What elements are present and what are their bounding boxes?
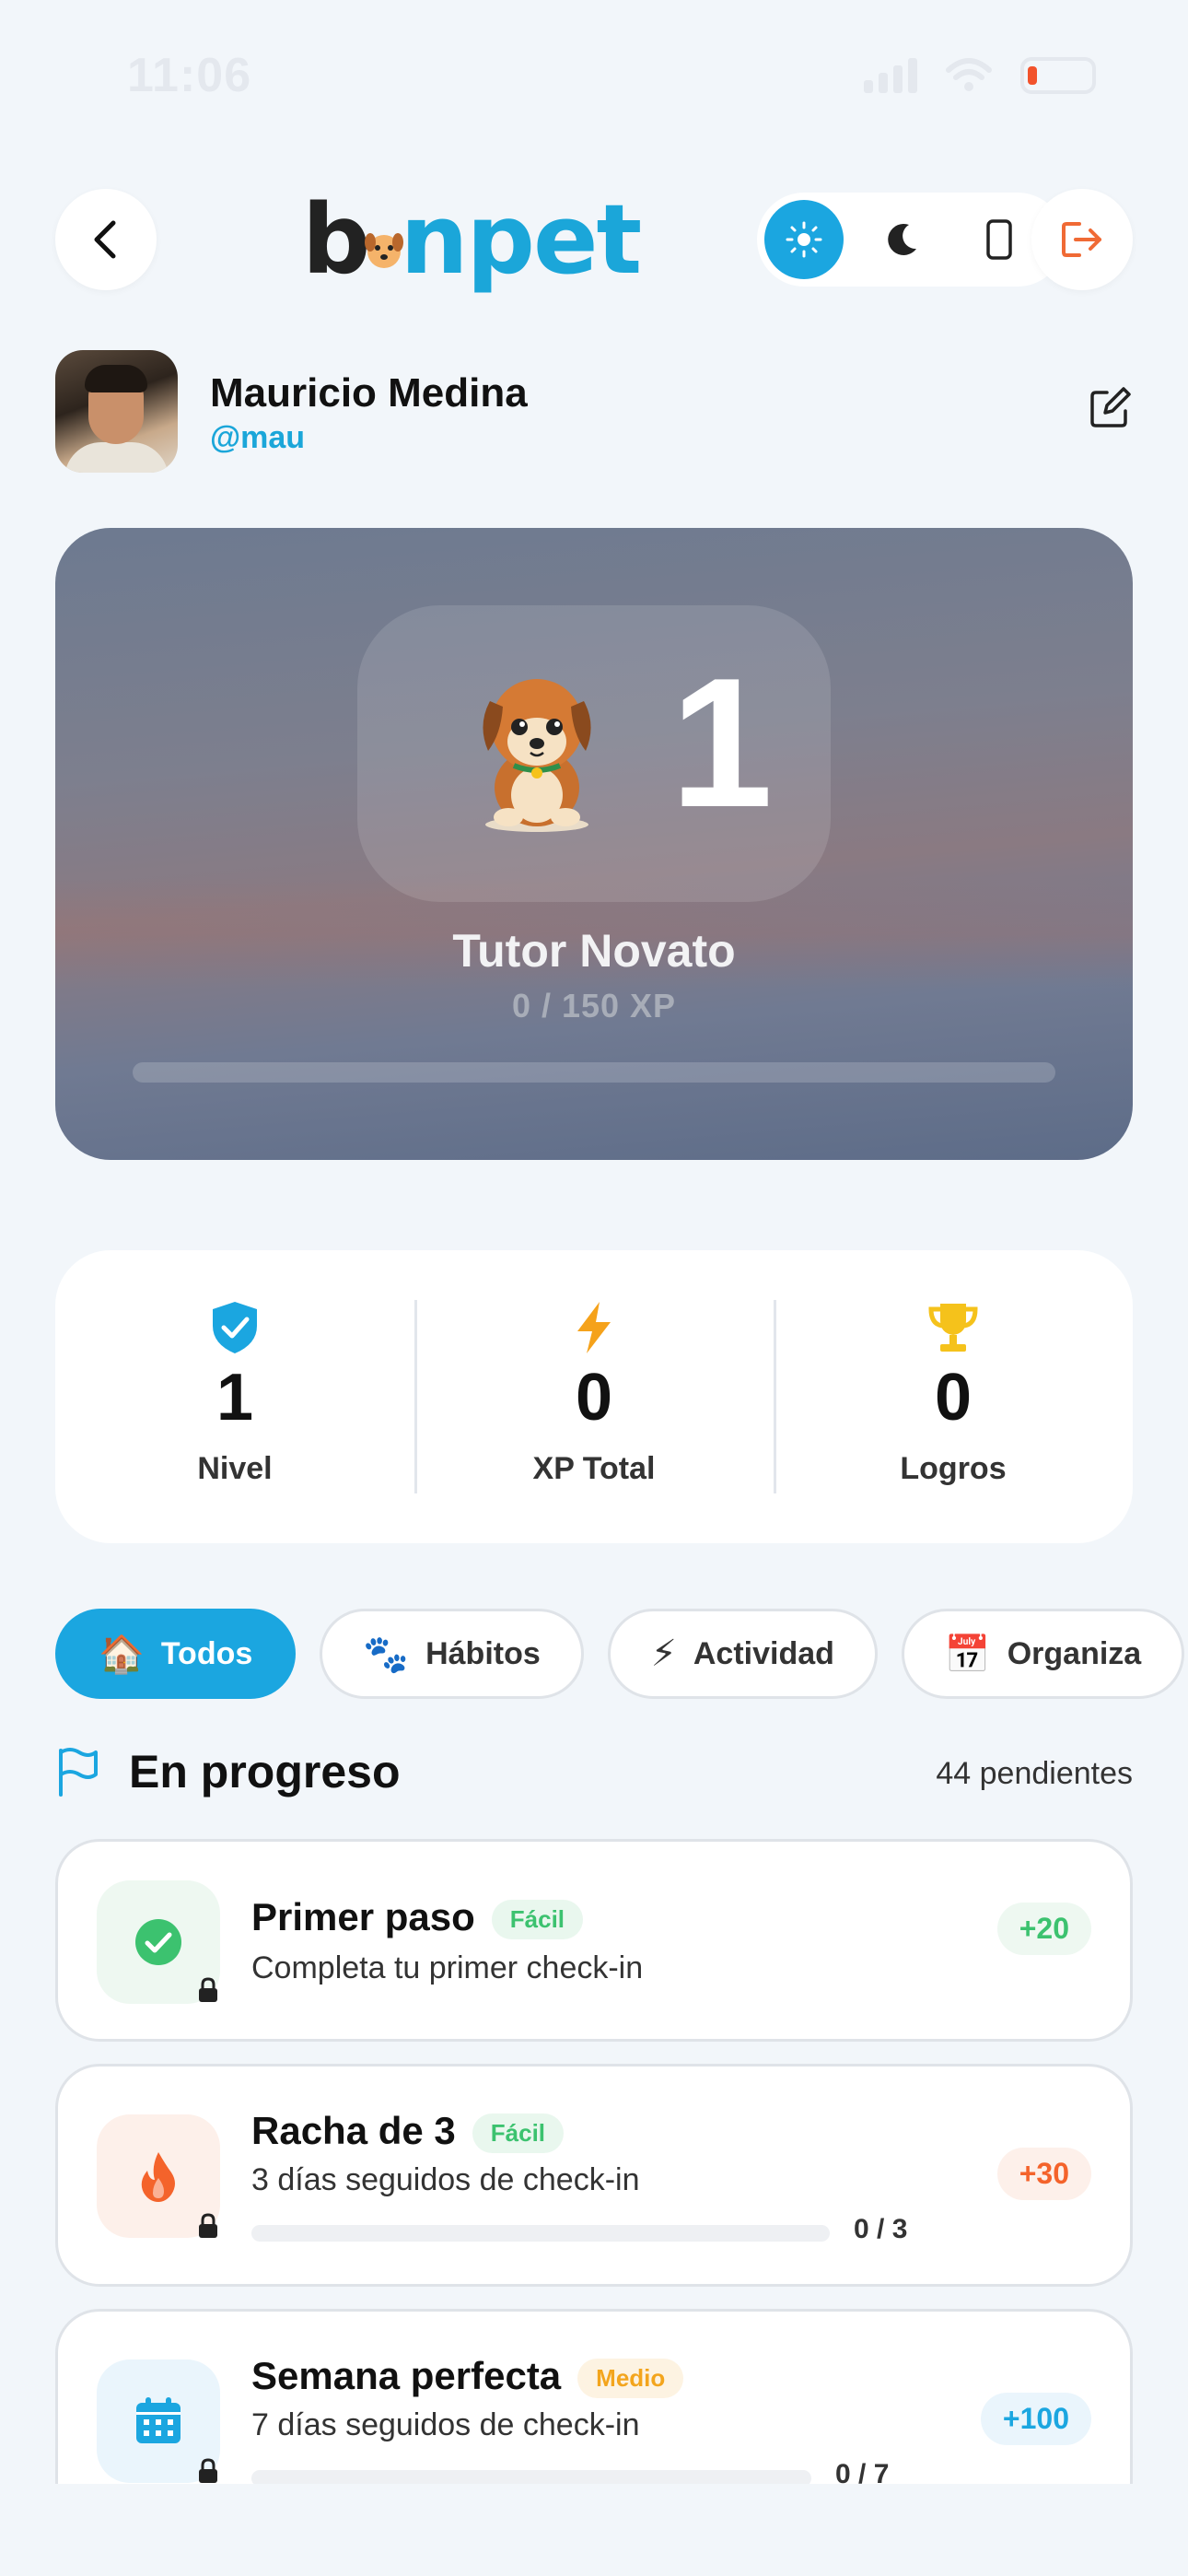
lightning-icon [577,1302,611,1353]
profile-name: Mauricio Medina [210,370,528,416]
theme-dark-button[interactable] [862,200,941,279]
app-header: b npet [55,189,1133,290]
status-time: 11:06 [127,49,252,102]
achievement-title-text: Semana perfecta [251,2354,562,2397]
filter-chip-label: Hábitos [425,1635,541,1671]
lock-icon [199,2213,217,2238]
theme-light-button[interactable] [764,200,844,279]
lock-icon [199,2458,217,2483]
check-circle-icon [135,1919,181,1965]
theme-toggle [757,193,1065,287]
section-header: En progreso 44 pendientes [55,1741,1133,1806]
level-xp-text: 0 / 150 XP [511,987,677,1025]
section-count: 44 pendientes [936,1756,1133,1791]
logo-letter-b: b [302,183,370,296]
achievement-card[interactable]: Racha de 3 Fácil 3 días seguidos de check… [55,2064,1133,2287]
sun-icon [786,221,822,258]
difficulty-badge: Fácil [491,1900,584,1940]
achievement-title: Primer paso Fácil [251,1895,584,1940]
filter-chip-organiza[interactable]: 📅 Organiza [901,1609,1185,1699]
filter-chip-label: Actividad [693,1635,834,1671]
flag-icon [59,1748,98,1797]
lightning-icon: ⚡ [650,1633,677,1675]
stat-xp: 0 XP Total [414,1300,774,1493]
achievement-progress-bar [251,2225,830,2242]
app-logo: b npet [302,183,642,296]
xp-reward-badge: +30 [996,2148,1091,2200]
achievement-desc: 7 días seguidos de check-in [251,2407,640,2442]
section-title: En progreso [129,1746,401,1797]
level-progress-bar [133,1062,1055,1083]
status-bar: 11:06 [0,0,1188,157]
achievement-title: Semana perfecta Medio [251,2354,684,2399]
logo-dog-icon [365,233,404,268]
achievement-card[interactable]: Semana perfecta Medio 7 días seguidos de … [55,2309,1133,2484]
difficulty-badge: Fácil [472,2113,565,2154]
filter-chip-label: Organiza [1007,1635,1142,1671]
stat-xp-value: 0 [575,1361,613,1434]
avatar[interactable] [55,350,178,473]
achievement-desc: Completa tu primer check-in [251,1950,644,1985]
level-title: Tutor Novato [452,925,736,977]
back-button[interactable] [55,189,157,290]
stat-achievements-label: Logros [900,1451,1007,1486]
filter-chip-habitos[interactable]: 🐾 Hábitos [320,1609,584,1699]
achievement-card[interactable]: Primer paso Fácil Completa tu primer chec… [55,1839,1133,2042]
filter-bar: 🏠 Todos 🐾 Hábitos ⚡ Actividad 📅 Organiza [0,1603,1188,1706]
edit-profile-icon[interactable] [1087,385,1133,431]
paw-icon: 🐾 [363,1633,410,1676]
signal-icon [864,58,917,93]
xp-reward-badge: +20 [996,1903,1091,1955]
moon-icon [888,223,916,255]
achievement-progress-text: 0 / 3 [854,2214,908,2244]
achievement-title-text: Primer paso [251,1895,475,1938]
puppy-mascot-icon [483,679,591,832]
status-icons [864,57,1096,94]
flame-icon [141,2152,175,2202]
logout-button[interactable] [1031,189,1133,290]
stat-achievements-value: 0 [934,1361,973,1434]
logout-icon [1062,222,1101,257]
xp-reward-badge: +100 [980,2393,1091,2445]
shield-check-icon [213,1302,257,1353]
achievement-list: Primer paso Fácil Completa tu primer chec… [0,1833,1188,2484]
achievement-title: Racha de 3 Fácil [251,2109,565,2154]
achievement-title-text: Racha de 3 [251,2109,456,2152]
level-badge: 1 [357,605,831,902]
difficulty-badge: Medio [577,2359,684,2399]
level-number: 1 [670,640,774,846]
filter-chip-todos[interactable]: 🏠 Todos [55,1609,297,1699]
filter-chip-actividad[interactable]: ⚡ Actividad [607,1609,878,1699]
stats-card: 1 Nivel 0 XP Total 0 Logros [55,1250,1133,1543]
stat-level: 1 Nivel [55,1300,414,1493]
calendar-icon [136,2397,181,2443]
house-icon: 🏠 [99,1633,145,1676]
stat-xp-label: XP Total [532,1451,656,1486]
phone-icon [986,219,1012,260]
profile-header: Mauricio Medina @mau [55,350,1133,474]
stat-level-label: Nivel [197,1451,273,1486]
lock-icon [199,1977,217,2002]
wifi-icon [946,58,992,91]
achievement-desc: 3 días seguidos de check-in [251,2162,640,2197]
profile-handle: @mau [210,420,306,455]
calendar-icon: 📅 [944,1633,991,1676]
achievement-progress-bar [251,2470,811,2484]
achievement-progress-text: 0 / 7 [835,2459,890,2484]
logo-text: npet [400,183,642,296]
stat-achievements: 0 Logros [774,1300,1133,1493]
filter-chip-label: Todos [160,1635,253,1671]
level-card: 1 Tutor Novato 0 / 150 XP [55,528,1133,1160]
stat-level-value: 1 [215,1361,254,1434]
chevron-left-icon [94,220,116,259]
trophy-icon [928,1304,978,1352]
battery-icon [1020,57,1096,94]
theme-system-button[interactable] [960,200,1039,279]
